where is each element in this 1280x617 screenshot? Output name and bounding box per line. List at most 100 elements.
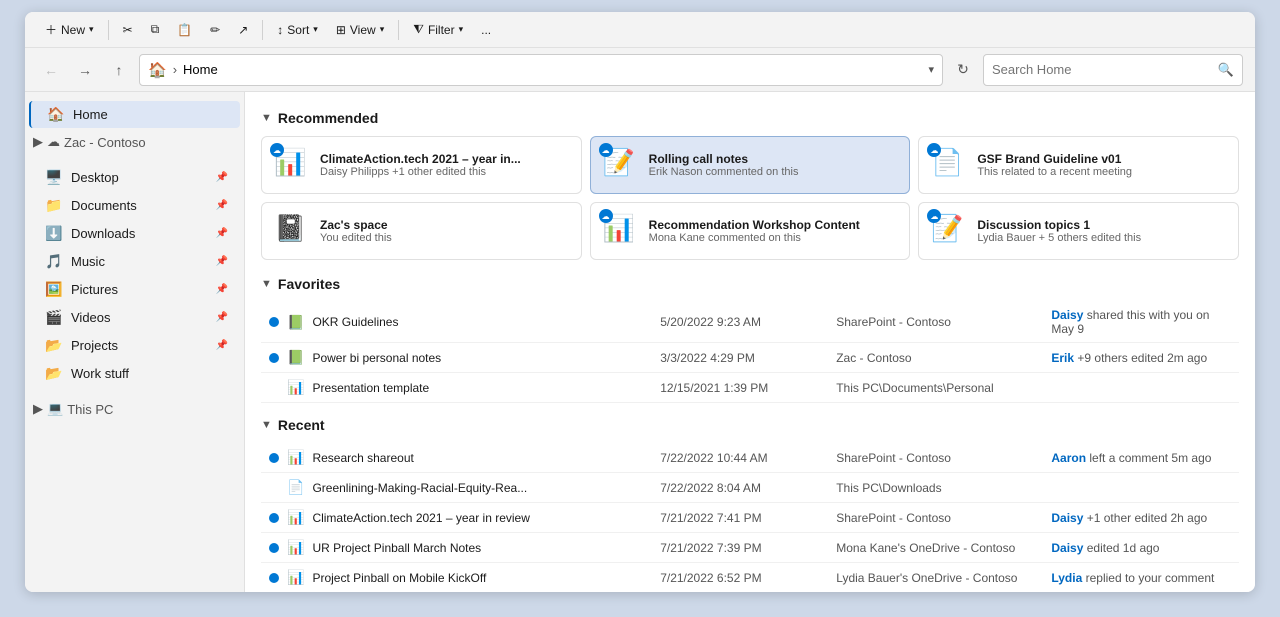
pin-icon-pictures: 📌: [216, 284, 228, 295]
cloud-badge-1: ☁: [599, 143, 613, 157]
back-button[interactable]: ←: [37, 56, 65, 84]
pin-icon-music: 📌: [216, 256, 228, 267]
sidebar-thispc-label: This PC: [67, 402, 113, 417]
recommended-card-5[interactable]: 📝 ☁ Discussion topics 1 Lydia Bauer + 5 …: [918, 202, 1239, 260]
recommended-card-1[interactable]: 📝 ☁ Rolling call notes Erik Nason commen…: [590, 136, 911, 194]
copy-button[interactable]: ⧉: [143, 18, 168, 41]
no-cloud-dot: [269, 383, 279, 393]
recommended-card-2[interactable]: 📄 ☁ GSF Brand Guideline v01 This related…: [918, 136, 1239, 194]
file-activity: [1043, 473, 1239, 503]
sidebar-item-videos[interactable]: 🎬 Videos 📌: [29, 304, 240, 331]
list-item[interactable]: 📗 Power bi personal notes 3/3/2022 4:29 …: [261, 343, 1239, 373]
file-date: 12/15/2021 1:39 PM: [652, 373, 828, 403]
card-info-0: ClimateAction.tech 2021 – year in... Dai…: [320, 152, 569, 178]
address-box[interactable]: 🏠 › Home ▾: [139, 54, 943, 86]
activity-highlight: Lydia: [1051, 571, 1082, 585]
file-row-icon: 📗 Power bi personal notes: [269, 349, 644, 366]
downloads-icon: ⬇️: [45, 225, 63, 242]
file-name: Power bi personal notes: [312, 351, 441, 365]
file-row-icon: 📊 UR Project Pinball March Notes: [269, 539, 644, 556]
sidebar: 🏠 Home ▶ ☁ Zac - Contoso 🖥️ Desktop 📌 📁 …: [25, 92, 245, 592]
forward-button[interactable]: →: [71, 56, 99, 84]
activity-highlight: Erik: [1051, 351, 1074, 365]
card-icon-1: 📝 ☁: [603, 147, 639, 183]
sidebar-item-projects[interactable]: 📂 Projects 📌: [29, 332, 240, 359]
card-sub-5: Lydia Bauer + 5 others edited this: [977, 232, 1226, 244]
recommended-card-3[interactable]: 📓 Zac's space You edited this: [261, 202, 582, 260]
file-location: SharePoint - Contoso: [828, 503, 1043, 533]
share-button[interactable]: ↗: [230, 19, 256, 41]
excel-icon: 📗: [287, 349, 304, 366]
sidebar-item-downloads[interactable]: ⬇️ Downloads 📌: [29, 220, 240, 247]
list-item[interactable]: 📗 OKR Guidelines 5/20/2022 9:23 AM Share…: [261, 302, 1239, 343]
refresh-button[interactable]: ↻: [949, 56, 977, 84]
file-date: 7/21/2022 7:39 PM: [652, 533, 828, 563]
file-date: 7/22/2022 8:04 AM: [652, 473, 828, 503]
file-row-icon: 📊 Research shareout: [269, 449, 644, 466]
recommended-title: Recommended: [278, 110, 378, 126]
favorites-table: 📗 OKR Guidelines 5/20/2022 9:23 AM Share…: [261, 302, 1239, 403]
recent-section-header: ▼ Recent: [261, 417, 1239, 433]
favorites-title: Favorites: [278, 276, 340, 292]
file-activity: [1043, 373, 1239, 403]
view-label: View: [350, 23, 376, 37]
file-row-icon: 📊 ClimateAction.tech 2021 – year in revi…: [269, 509, 644, 526]
sidebar-desktop-label: Desktop: [71, 170, 119, 185]
thispc-chevron-icon: ▶: [33, 401, 43, 417]
card-sub-1: Erik Nason commented on this: [649, 166, 898, 178]
sidebar-item-documents[interactable]: 📁 Documents 📌: [29, 192, 240, 219]
home-sidebar-icon: 🏠: [47, 106, 65, 123]
sidebar-item-desktop[interactable]: 🖥️ Desktop 📌: [29, 164, 240, 191]
sidebar-group-zac[interactable]: ▶ ☁ Zac - Contoso: [25, 129, 244, 155]
cut-button[interactable]: ✂: [115, 19, 141, 41]
file-date: 3/3/2022 4:29 PM: [652, 343, 828, 373]
file-location: Zac - Contoso: [828, 343, 1043, 373]
recommended-chevron-icon[interactable]: ▼: [261, 112, 272, 124]
ppt-icon: 📊: [287, 509, 304, 526]
list-item[interactable]: 📊 Research shareout 7/22/2022 10:44 AM S…: [261, 443, 1239, 473]
file-name: ClimateAction.tech 2021 – year in review: [312, 511, 529, 525]
sidebar-videos-label: Videos: [71, 310, 111, 325]
sort-button[interactable]: ↕ Sort ▾: [269, 19, 326, 41]
file-date: 5/20/2022 9:23 AM: [652, 302, 828, 343]
recommended-card-4[interactable]: 📊 ☁ Recommendation Workshop Content Mona…: [590, 202, 911, 260]
card-info-5: Discussion topics 1 Lydia Bauer + 5 othe…: [977, 218, 1226, 244]
sidebar-item-home[interactable]: 🏠 Home: [29, 101, 240, 128]
file-date: 7/22/2022 10:44 AM: [652, 443, 828, 473]
pin-icon-projects: 📌: [216, 340, 228, 351]
search-box[interactable]: 🔍: [983, 54, 1243, 86]
favorites-chevron-icon[interactable]: ▼: [261, 278, 272, 290]
thispc-icon: 💻: [47, 401, 63, 417]
sidebar-item-workstuff[interactable]: 📂 Work stuff: [29, 360, 240, 387]
list-item[interactable]: 📊 Presentation template 12/15/2021 1:39 …: [261, 373, 1239, 403]
cloud-sync-dot: [269, 573, 279, 583]
sidebar-item-music[interactable]: 🎵 Music 📌: [29, 248, 240, 275]
search-icon: 🔍: [1218, 62, 1234, 78]
card-icon-4: 📊 ☁: [603, 213, 639, 249]
list-item[interactable]: 📊 ClimateAction.tech 2021 – year in revi…: [261, 503, 1239, 533]
recent-chevron-icon[interactable]: ▼: [261, 419, 272, 431]
view-button[interactable]: ⊞ View ▾: [328, 19, 392, 41]
filter-button[interactable]: ⧨ Filter ▾: [405, 18, 471, 41]
activity-highlight: Aaron: [1051, 451, 1086, 465]
up-button[interactable]: ↑: [105, 56, 133, 84]
pdf-icon: 📄: [287, 479, 304, 496]
rename-button[interactable]: ✏: [202, 19, 228, 41]
list-item[interactable]: 📄 Greenlining-Making-Racial-Equity-Rea..…: [261, 473, 1239, 503]
paste-button[interactable]: 📋: [169, 19, 200, 41]
recommended-card-0[interactable]: 📊 ☁ ClimateAction.tech 2021 – year in...…: [261, 136, 582, 194]
file-row-icon: 📗 OKR Guidelines: [269, 314, 644, 331]
cloud-badge-0: ☁: [270, 143, 284, 157]
sidebar-item-pictures[interactable]: 🖼️ Pictures 📌: [29, 276, 240, 303]
search-input[interactable]: [992, 62, 1212, 77]
list-item[interactable]: 📊 UR Project Pinball March Notes 7/21/20…: [261, 533, 1239, 563]
cloud-badge-4: ☁: [599, 209, 613, 223]
more-button[interactable]: ...: [473, 19, 499, 41]
new-button[interactable]: ＋ New ▾: [37, 17, 102, 42]
rename-icon: ✏: [210, 23, 220, 37]
projects-icon: 📂: [45, 337, 63, 354]
list-item[interactable]: 📊 Project Pinball on Mobile KickOff 7/21…: [261, 563, 1239, 593]
sidebar-group-thispc[interactable]: ▶ 💻 This PC: [25, 396, 244, 422]
file-date: 7/21/2022 6:52 PM: [652, 563, 828, 593]
cut-icon: ✂: [123, 23, 133, 37]
